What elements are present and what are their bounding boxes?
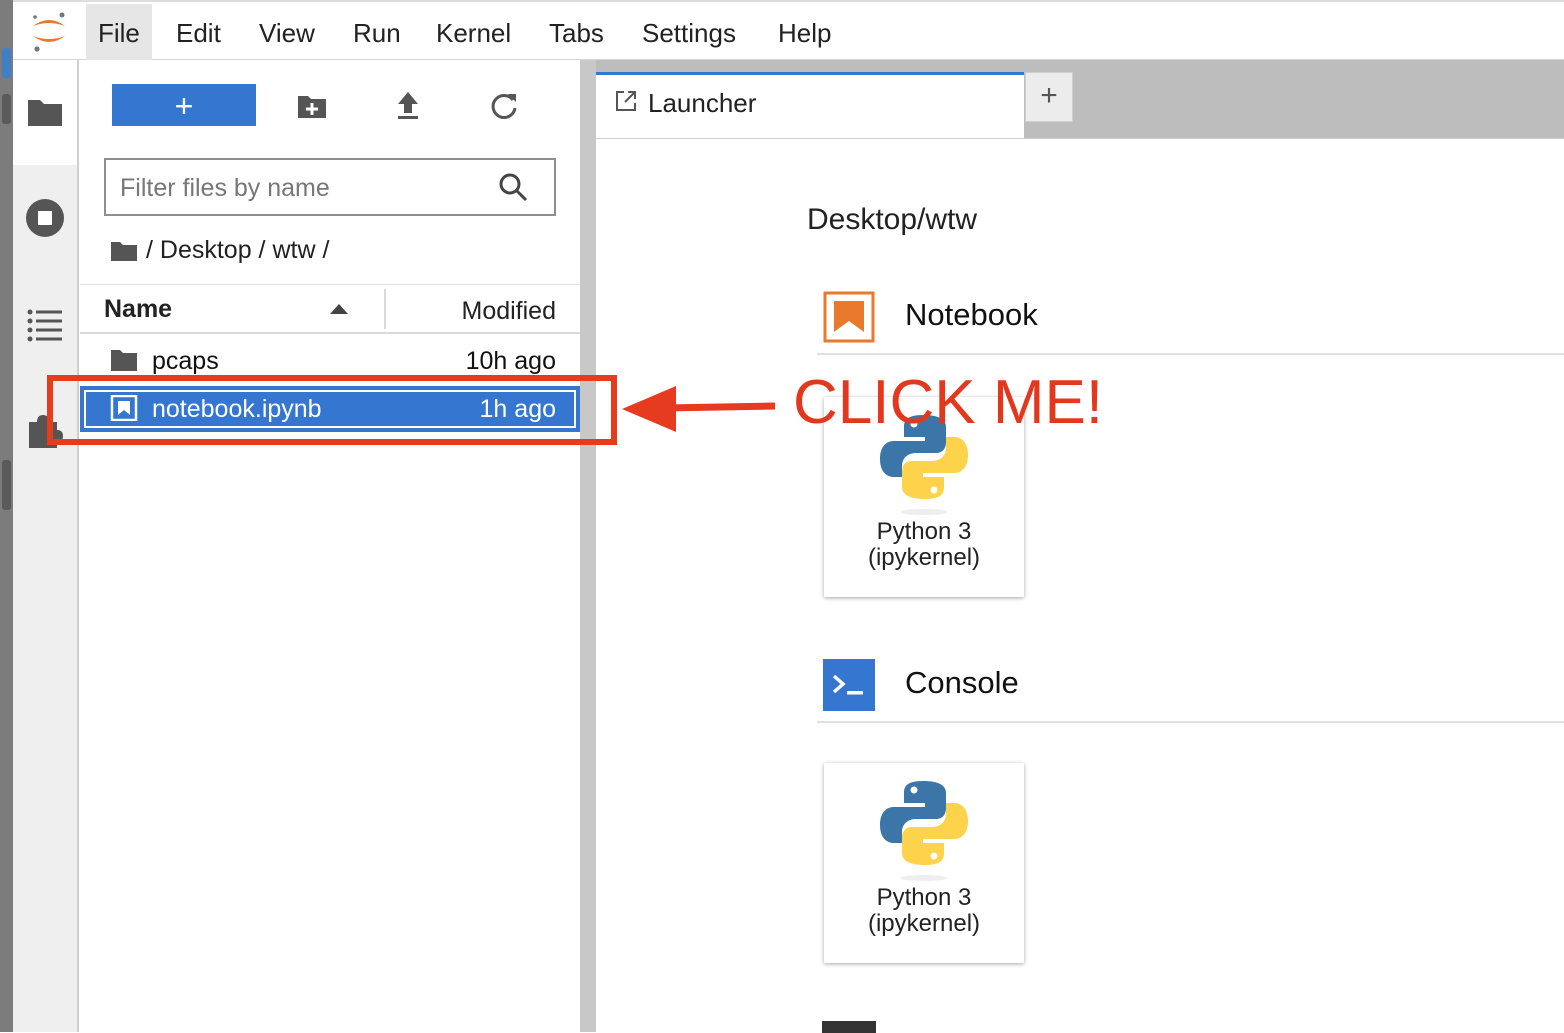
refresh-icon[interactable] xyxy=(484,86,524,126)
jupyter-logo-icon xyxy=(33,12,65,52)
card-label: Python 3 (ipykernel) xyxy=(824,885,1024,937)
menu-edit[interactable]: Edit xyxy=(164,4,233,60)
launcher-icon xyxy=(616,91,636,111)
upload-icon[interactable] xyxy=(388,86,428,126)
menu-tabs[interactable]: Tabs xyxy=(537,4,616,60)
column-modified-header[interactable]: Modified xyxy=(462,285,557,333)
card-label: Python 3 (ipykernel) xyxy=(824,519,1024,571)
console-python3-card[interactable]: Python 3 (ipykernel) xyxy=(824,763,1024,963)
menu-settings[interactable]: Settings xyxy=(630,4,748,60)
annotation-click-me: CLICK ME! xyxy=(793,368,1104,437)
sort-ascending-icon[interactable] xyxy=(330,304,348,314)
menu-kernel[interactable]: Kernel xyxy=(424,4,523,60)
tab-label: Launcher xyxy=(648,88,757,118)
menu-bar: File Edit View Run Kernel Tabs Settings … xyxy=(13,0,1564,60)
activity-bar xyxy=(13,60,79,1032)
filter-box xyxy=(104,158,556,216)
home-folder-icon[interactable] xyxy=(110,239,138,263)
add-tab-button[interactable]: + xyxy=(1025,72,1073,122)
launcher-panel: Desktop/wtw Notebook Python 3 (ipykernel… xyxy=(596,138,1564,1033)
section-console: Console xyxy=(817,647,1564,723)
new-folder-icon[interactable] xyxy=(292,86,332,126)
console-icon xyxy=(823,659,875,711)
panel-splitter[interactable] xyxy=(580,60,596,1032)
filter-input[interactable] xyxy=(106,160,502,216)
logo-shadow xyxy=(900,509,948,515)
search-icon[interactable] xyxy=(498,172,528,202)
card-label-line2: (ipykernel) xyxy=(867,910,981,937)
tab-bar: Launcher + xyxy=(596,60,1564,138)
breadcrumb-path[interactable]: / Desktop / wtw / xyxy=(146,236,329,264)
launcher-cwd: Desktop/wtw xyxy=(807,203,978,236)
section-notebook: Notebook xyxy=(817,279,1564,355)
menu-run[interactable]: Run xyxy=(341,4,413,60)
card-label-line1: Python 3 xyxy=(876,884,972,911)
file-browser-panel: + / Desktop / wtw / Name Modified pcap xyxy=(80,60,580,1032)
notebook-icon xyxy=(823,291,875,343)
breadcrumb[interactable]: / Desktop / wtw / xyxy=(110,232,329,268)
file-list-header: Name Modified xyxy=(80,284,580,334)
annotation-highlight-box xyxy=(47,375,617,445)
column-divider[interactable] xyxy=(384,289,386,329)
column-name-header[interactable]: Name xyxy=(104,285,172,333)
folder-icon xyxy=(111,350,137,371)
tab-launcher[interactable]: Launcher xyxy=(596,72,1024,138)
desktop-edge xyxy=(0,0,13,1032)
menu-help[interactable]: Help xyxy=(766,4,843,60)
card-label-line1: Python 3 xyxy=(876,518,972,545)
annotation-arrow-icon xyxy=(622,386,776,432)
menu-view[interactable]: View xyxy=(247,4,327,60)
logo-shadow xyxy=(900,875,948,881)
terminal-section-icon xyxy=(822,1021,876,1033)
menu-file[interactable]: File xyxy=(86,4,152,60)
list-icon[interactable] xyxy=(25,304,65,344)
folder-icon[interactable] xyxy=(25,92,65,132)
new-launcher-button[interactable]: + xyxy=(112,84,256,126)
python-logo-icon xyxy=(880,781,968,865)
section-title: Console xyxy=(905,665,1019,700)
card-label-line2: (ipykernel) xyxy=(867,544,981,571)
section-title: Notebook xyxy=(905,297,1038,332)
stop-circle-icon[interactable] xyxy=(25,198,65,238)
